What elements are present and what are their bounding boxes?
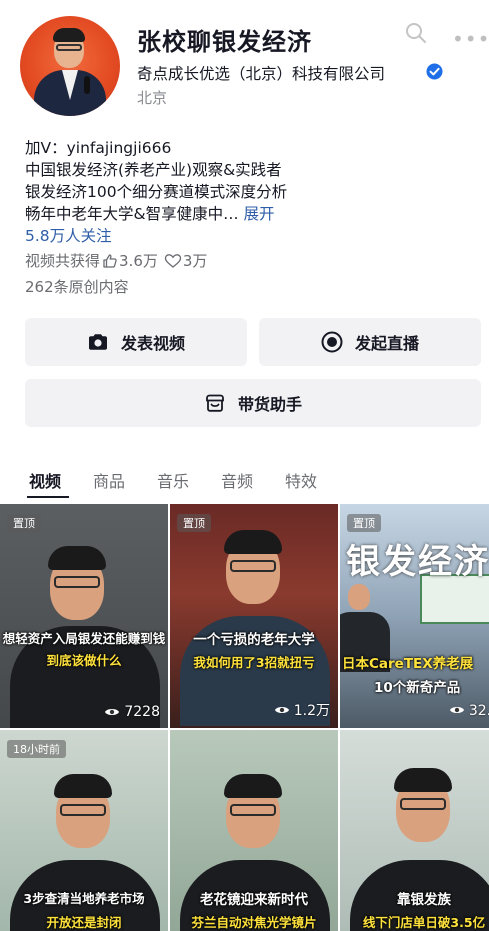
bio-line: 银发经济100个细分赛道模式深度分析 — [25, 183, 288, 201]
profile-name: 张校聊银发经济 — [137, 28, 312, 56]
video-caption-highlight: 我如何用了3招就扭亏 — [193, 655, 315, 670]
video-title-overlay: 银发经济 — [346, 542, 489, 582]
video-caption-highlight: 到底该做什么 — [46, 653, 122, 668]
video-thumbnail[interactable]: 置顶 一个亏损的老年大学 我如何用了3招就扭亏 1.2万 — [170, 504, 338, 728]
content-tabs: 视频 商品 音乐 音频 特效 — [0, 468, 489, 500]
tab-effects[interactable]: 特效 — [285, 468, 317, 492]
live-icon — [321, 331, 343, 353]
post-video-button[interactable]: 发表视频 — [25, 318, 247, 366]
eye-icon — [449, 707, 464, 713]
more-icon[interactable]: ••• — [452, 27, 489, 51]
heart-icon — [164, 253, 182, 268]
view-count: 32.9万 — [449, 700, 489, 720]
go-live-button[interactable]: 发起直播 — [259, 318, 481, 366]
video-thumbnail[interactable]: 置顶 想轻资产入局银发还能赚到钱 到底该做什么 7228 — [0, 504, 168, 728]
bio-line: 加V：yinfajingji666 — [25, 139, 172, 157]
shopping-assistant-icon — [206, 394, 224, 412]
video-caption-highlight: 芬兰自动对焦光学镜片 — [191, 915, 317, 930]
video-caption: 一个亏损的老年大学 — [193, 632, 315, 648]
camera-icon — [88, 334, 107, 350]
profile-header: 张校聊银发经济 ••• 奇点成长优选（北京）科技有限公司 北京 — [0, 0, 489, 130]
favorites-count: 3万 — [182, 252, 208, 270]
tab-music[interactable]: 音乐 — [157, 468, 189, 492]
video-thumbnail[interactable]: 老花镜迎来新时代 芬兰自动对焦光学镜片 — [170, 730, 338, 931]
video-thumbnail[interactable]: 靠银发族 线下门店单日破3.5亿 — [340, 730, 489, 931]
video-caption-highlight: 开放还是封闭 — [46, 915, 122, 930]
view-count-value: 32.9万 — [468, 703, 489, 719]
video-caption: 靠银发族 — [397, 892, 451, 908]
avatar[interactable] — [20, 16, 120, 116]
video-caption-highlight: 线下门店单日破3.5亿 — [362, 915, 486, 930]
tab-audio[interactable]: 音频 — [221, 468, 253, 492]
expand-bio-link[interactable]: 展开 — [244, 205, 275, 223]
likes-count: 3.6万 — [119, 252, 158, 270]
bio-line: 畅年中老年大学&智享健康中… — [25, 205, 239, 223]
company-name: 奇点成长优选（北京）科技有限公司 — [137, 65, 386, 83]
post-video-label: 发表视频 — [120, 334, 185, 353]
video-grid: 置顶 想轻资产入局银发还能赚到钱 到底该做什么 7228 置顶 一个亏损的老年大… — [0, 504, 489, 931]
followers-count[interactable]: 5.8万人关注 — [25, 224, 112, 246]
timestamp-badge: 18小时前 — [7, 740, 66, 758]
video-caption: 10个新奇产品 — [374, 680, 461, 696]
video-caption-highlight: 日本CareTEX养老展 — [342, 656, 474, 672]
view-count: 7228 — [104, 704, 160, 720]
bio-line: 中国银发经济(养老产业)观察&实践者 — [25, 161, 282, 179]
shop-assistant-label: 带货助手 — [237, 395, 302, 414]
tab-videos[interactable]: 视频 — [29, 468, 61, 492]
engagement-stats: 视频共获得 3.6万 3万 — [25, 250, 207, 271]
go-live-label: 发起直播 — [354, 334, 419, 353]
search-icon[interactable] — [405, 22, 427, 44]
eye-icon — [105, 709, 120, 715]
view-count-value: 7228 — [124, 704, 160, 720]
verified-badge-icon — [426, 63, 443, 80]
video-caption: 3步查清当地养老市场 — [23, 891, 145, 906]
video-caption: 老花镜迎来新时代 — [200, 892, 308, 908]
thumbs-up-icon — [103, 253, 117, 268]
pinned-badge: 置顶 — [347, 514, 381, 532]
tab-products[interactable]: 商品 — [93, 468, 125, 492]
profile-bio: 加V：yinfajingji666 中国银发经济(养老产业)观察&实践者 银发经… — [25, 137, 475, 225]
video-thumbnail[interactable]: 18小时前 3步查清当地养老市场 开放还是封闭 — [0, 730, 168, 931]
video-thumbnail[interactable]: 置顶 银发经济 日本CareTEX养老展 10个新奇产品 32.9万 — [340, 504, 489, 728]
active-tab-indicator — [27, 496, 69, 498]
stats-label: 视频共获得 — [25, 252, 101, 270]
pinned-badge: 置顶 — [177, 514, 211, 532]
video-caption: 想轻资产入局银发还能赚到钱 — [2, 631, 166, 646]
pinned-badge: 置顶 — [7, 514, 41, 532]
view-count-value: 1.2万 — [293, 703, 330, 719]
shop-assistant-button[interactable]: 带货助手 — [25, 379, 481, 427]
eye-icon — [274, 707, 289, 713]
original-content-count: 262条原创内容 — [25, 278, 129, 296]
location: 北京 — [137, 89, 168, 107]
view-count: 1.2万 — [274, 700, 330, 720]
